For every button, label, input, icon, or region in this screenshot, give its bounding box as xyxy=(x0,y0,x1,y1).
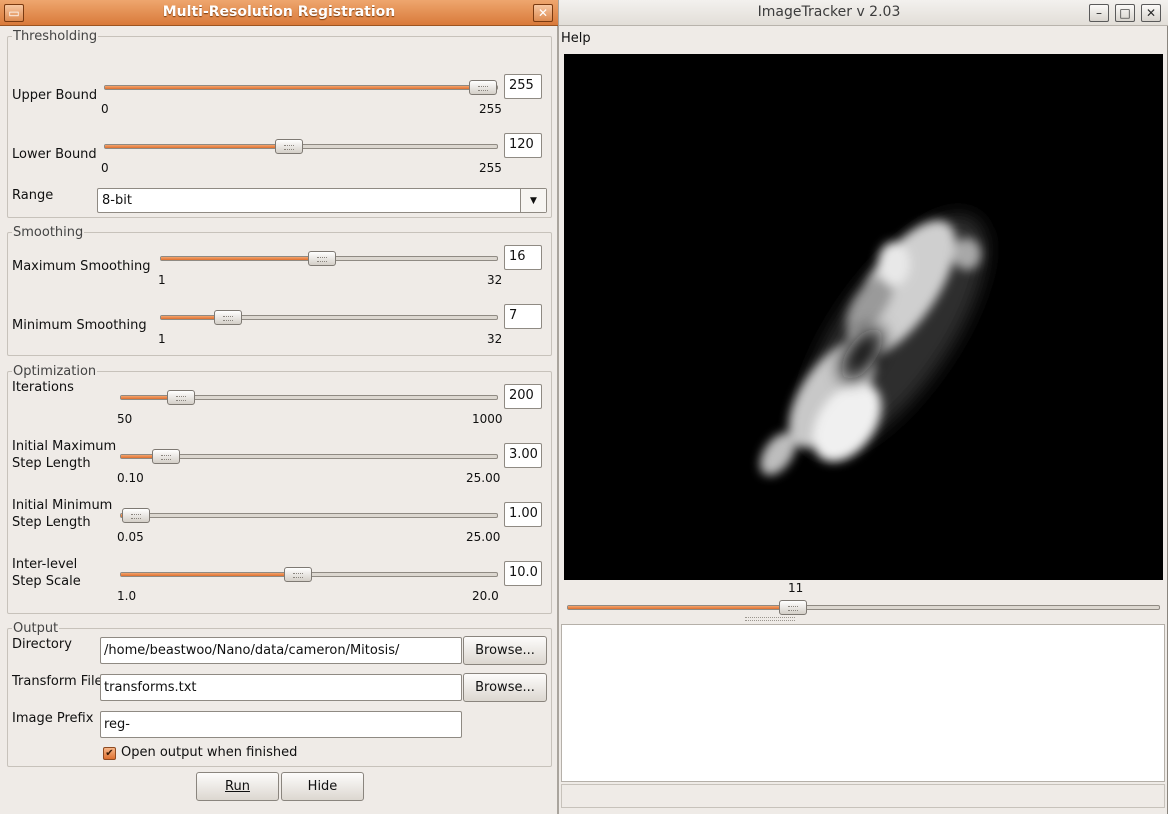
upper-bound-label: Upper Bound xyxy=(12,88,98,103)
chevron-down-icon[interactable]: ▼ xyxy=(520,189,546,212)
upper-bound-spinbox[interactable]: 255 xyxy=(504,74,542,99)
hide-button-label: Hide xyxy=(307,779,338,794)
close-icon[interactable]: ✕ xyxy=(533,4,553,22)
max-smoothing-label: Maximum Smoothing xyxy=(12,259,151,274)
min-step-spinbox[interactable]: 1.00 xyxy=(504,502,542,527)
max-smoothing-slider[interactable] xyxy=(160,251,498,266)
slider-knob[interactable] xyxy=(275,139,304,154)
lower-bound-slider[interactable] xyxy=(104,139,498,154)
lower-bound-spinbox[interactable]: 120 xyxy=(504,133,542,158)
min-smoothing-slider[interactable] xyxy=(160,310,498,325)
dialog-title: Multi-Resolution Registration xyxy=(162,4,396,20)
pane-resize-grip[interactable] xyxy=(745,617,795,621)
step-scale-spinbox[interactable]: 10.0 xyxy=(504,561,542,586)
min-smoothing-min: 1 xyxy=(158,332,166,346)
min-smoothing-max: 32 xyxy=(487,332,503,346)
min-step-max: 25.00 xyxy=(466,530,501,544)
transform-file-label: Transform File xyxy=(12,674,103,689)
slider-knob[interactable] xyxy=(167,390,196,405)
step-scale-slider[interactable] xyxy=(120,567,498,582)
upper-bound-min: 0 xyxy=(101,102,109,116)
max-step-label-1: Initial Maximum xyxy=(12,439,117,454)
directory-label: Directory xyxy=(12,637,72,652)
open-output-checkbox[interactable]: ✔ xyxy=(103,747,116,760)
close-icon[interactable]: ✕ xyxy=(1141,4,1161,22)
max-step-min: 0.10 xyxy=(117,471,144,485)
lower-bound-max: 255 xyxy=(479,161,502,175)
max-step-slider[interactable] xyxy=(120,449,498,464)
registration-dialog: Thresholding Upper Bound 0 255 255 Lower… xyxy=(0,26,558,814)
max-smoothing-min: 1 xyxy=(158,273,166,287)
log-textarea[interactable] xyxy=(561,624,1165,782)
open-output-label: Open output when finished xyxy=(121,745,298,760)
range-combo[interactable]: 8-bit ▼ xyxy=(97,188,547,213)
main-title: ImageTracker v 2.03 xyxy=(757,4,901,20)
max-smoothing-spinbox[interactable]: 16 xyxy=(504,245,542,270)
imagetracker-window: ImageTracker v 2.03 – □ ✕ Help 11 xyxy=(558,0,1168,814)
output-label: Output xyxy=(12,621,60,636)
max-step-max: 25.00 xyxy=(466,471,501,485)
optimization-label: Optimization xyxy=(12,364,98,379)
slider-knob[interactable] xyxy=(122,508,151,523)
main-titlebar[interactable]: ImageTracker v 2.03 – □ ✕ xyxy=(559,0,1168,26)
transform-file-field[interactable]: transforms.txt xyxy=(100,674,462,701)
image-viewer[interactable] xyxy=(564,54,1163,580)
upper-bound-max: 255 xyxy=(479,102,502,116)
thresholding-label: Thresholding xyxy=(12,29,99,44)
menubar: Help xyxy=(559,28,1167,50)
frame-number: 11 xyxy=(788,581,804,595)
step-scale-max: 20.0 xyxy=(472,589,499,603)
run-button-label: Run xyxy=(225,779,250,794)
slider-knob[interactable] xyxy=(308,251,337,266)
range-label: Range xyxy=(12,188,54,203)
lower-bound-label: Lower Bound xyxy=(12,147,97,162)
slider-knob[interactable] xyxy=(469,80,497,95)
max-step-spinbox[interactable]: 3.00 xyxy=(504,443,542,468)
slider-knob[interactable] xyxy=(283,567,312,582)
min-smoothing-spinbox[interactable]: 7 xyxy=(504,304,542,329)
directory-browse-button[interactable]: Browse... xyxy=(463,636,547,665)
smoothing-frame: Smoothing xyxy=(7,225,552,356)
step-scale-label-2: Step Scale xyxy=(12,574,81,589)
iterations-min: 50 xyxy=(117,412,133,426)
run-button[interactable]: Run xyxy=(196,772,279,801)
step-scale-min: 1.0 xyxy=(117,589,137,603)
transform-browse-button[interactable]: Browse... xyxy=(463,673,547,702)
iterations-spinbox[interactable]: 200 xyxy=(504,384,542,409)
directory-field[interactable]: /home/beastwoo/Nano/data/cameron/Mitosis… xyxy=(100,637,462,664)
min-step-label-2: Step Length xyxy=(12,515,91,530)
minimize-icon[interactable]: – xyxy=(1089,4,1109,22)
min-step-label-1: Initial Minimum xyxy=(12,498,113,513)
iterations-max: 1000 xyxy=(472,412,503,426)
microscopy-image xyxy=(760,215,987,476)
min-smoothing-label: Minimum Smoothing xyxy=(12,318,147,333)
smoothing-label: Smoothing xyxy=(12,225,85,240)
min-step-slider[interactable] xyxy=(120,508,498,523)
range-value: 8-bit xyxy=(102,193,132,208)
iterations-label: Iterations xyxy=(12,380,74,395)
min-step-min: 0.05 xyxy=(117,530,144,544)
iterations-slider[interactable] xyxy=(120,390,498,405)
slider-knob[interactable] xyxy=(152,449,181,464)
optimization-frame: Optimization xyxy=(7,364,552,614)
hide-button[interactable]: Hide xyxy=(281,772,364,801)
step-scale-label-1: Inter-level xyxy=(12,557,78,572)
lower-bound-min: 0 xyxy=(101,161,109,175)
slider-knob[interactable] xyxy=(214,310,243,325)
image-prefix-label: Image Prefix xyxy=(12,711,94,726)
slider-knob[interactable] xyxy=(778,600,807,615)
menu-help[interactable]: Help xyxy=(561,31,591,46)
maximize-icon[interactable]: □ xyxy=(1115,4,1135,22)
statusbar xyxy=(561,784,1165,808)
frame-slider[interactable] xyxy=(567,600,1160,615)
image-prefix-field[interactable]: reg- xyxy=(100,711,462,738)
upper-bound-slider[interactable] xyxy=(104,80,498,95)
max-step-label-2: Step Length xyxy=(12,456,91,471)
dialog-titlebar[interactable]: ▭ Multi-Resolution Registration ✕ xyxy=(0,0,558,26)
max-smoothing-max: 32 xyxy=(487,273,503,287)
